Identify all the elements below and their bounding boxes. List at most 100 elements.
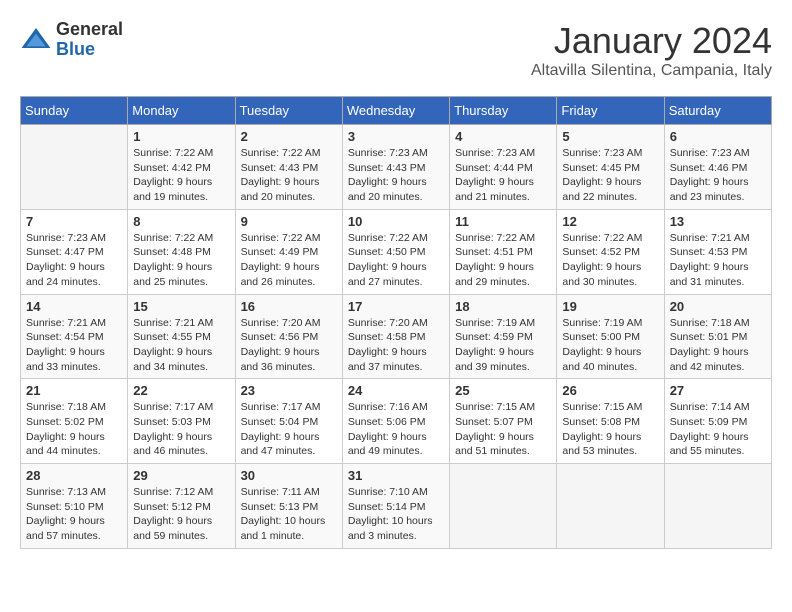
day-number: 11 <box>455 214 551 229</box>
day-number: 24 <box>348 383 444 398</box>
day-info: Sunrise: 7:17 AM Sunset: 5:03 PM Dayligh… <box>133 400 229 459</box>
day-info: Sunrise: 7:19 AM Sunset: 5:00 PM Dayligh… <box>562 316 658 375</box>
day-info: Sunrise: 7:10 AM Sunset: 5:14 PM Dayligh… <box>348 485 444 544</box>
weekday-header-row: SundayMondayTuesdayWednesdayThursdayFrid… <box>21 97 772 125</box>
day-number: 4 <box>455 129 551 144</box>
day-info: Sunrise: 7:18 AM Sunset: 5:02 PM Dayligh… <box>26 400 122 459</box>
day-info: Sunrise: 7:21 AM Sunset: 4:54 PM Dayligh… <box>26 316 122 375</box>
weekday-header-tuesday: Tuesday <box>235 97 342 125</box>
day-info: Sunrise: 7:23 AM Sunset: 4:46 PM Dayligh… <box>670 146 766 205</box>
logo-icon <box>20 24 52 56</box>
day-number: 25 <box>455 383 551 398</box>
day-number: 3 <box>348 129 444 144</box>
day-info: Sunrise: 7:22 AM Sunset: 4:50 PM Dayligh… <box>348 231 444 290</box>
calendar-cell: 24 Sunrise: 7:16 AM Sunset: 5:06 PM Dayli… <box>342 379 449 464</box>
page-header: General Blue January 2024 Altavilla Sile… <box>20 20 772 80</box>
day-info: Sunrise: 7:20 AM Sunset: 4:58 PM Dayligh… <box>348 316 444 375</box>
calendar-cell <box>557 464 664 549</box>
calendar-cell: 29 Sunrise: 7:12 AM Sunset: 5:12 PM Dayli… <box>128 464 235 549</box>
calendar-cell: 31 Sunrise: 7:10 AM Sunset: 5:14 PM Dayli… <box>342 464 449 549</box>
logo: General Blue <box>20 20 123 60</box>
week-row-1: 1 Sunrise: 7:22 AM Sunset: 4:42 PM Daylig… <box>21 125 772 210</box>
day-number: 28 <box>26 468 122 483</box>
day-number: 27 <box>670 383 766 398</box>
day-info: Sunrise: 7:21 AM Sunset: 4:53 PM Dayligh… <box>670 231 766 290</box>
day-info: Sunrise: 7:12 AM Sunset: 5:12 PM Dayligh… <box>133 485 229 544</box>
day-info: Sunrise: 7:15 AM Sunset: 5:07 PM Dayligh… <box>455 400 551 459</box>
calendar-cell: 14 Sunrise: 7:21 AM Sunset: 4:54 PM Dayli… <box>21 294 128 379</box>
day-info: Sunrise: 7:11 AM Sunset: 5:13 PM Dayligh… <box>241 485 337 544</box>
month-title: January 2024 <box>531 20 772 62</box>
day-number: 9 <box>241 214 337 229</box>
day-number: 13 <box>670 214 766 229</box>
logo-text: General Blue <box>56 20 123 60</box>
title-section: January 2024 Altavilla Silentina, Campan… <box>531 20 772 80</box>
weekday-header-monday: Monday <box>128 97 235 125</box>
day-info: Sunrise: 7:23 AM Sunset: 4:44 PM Dayligh… <box>455 146 551 205</box>
weekday-header-wednesday: Wednesday <box>342 97 449 125</box>
weekday-header-saturday: Saturday <box>664 97 771 125</box>
day-info: Sunrise: 7:18 AM Sunset: 5:01 PM Dayligh… <box>670 316 766 375</box>
week-row-5: 28 Sunrise: 7:13 AM Sunset: 5:10 PM Dayli… <box>21 464 772 549</box>
day-info: Sunrise: 7:15 AM Sunset: 5:08 PM Dayligh… <box>562 400 658 459</box>
day-number: 10 <box>348 214 444 229</box>
day-number: 14 <box>26 299 122 314</box>
calendar-cell: 2 Sunrise: 7:22 AM Sunset: 4:43 PM Daylig… <box>235 125 342 210</box>
calendar-cell <box>21 125 128 210</box>
week-row-2: 7Sunrise: 7:23 AM Sunset: 4:47 PM Daylig… <box>21 209 772 294</box>
day-number: 15 <box>133 299 229 314</box>
day-number: 21 <box>26 383 122 398</box>
day-number: 30 <box>241 468 337 483</box>
weekday-header-sunday: Sunday <box>21 97 128 125</box>
calendar-cell: 17Sunrise: 7:20 AM Sunset: 4:58 PM Dayli… <box>342 294 449 379</box>
calendar-cell: 1 Sunrise: 7:22 AM Sunset: 4:42 PM Daylig… <box>128 125 235 210</box>
calendar-cell: 21 Sunrise: 7:18 AM Sunset: 5:02 PM Dayli… <box>21 379 128 464</box>
day-number: 6 <box>670 129 766 144</box>
calendar-cell: 15 Sunrise: 7:21 AM Sunset: 4:55 PM Dayli… <box>128 294 235 379</box>
day-info: Sunrise: 7:16 AM Sunset: 5:06 PM Dayligh… <box>348 400 444 459</box>
calendar-table: SundayMondayTuesdayWednesdayThursdayFrid… <box>20 96 772 549</box>
calendar-cell: 19 Sunrise: 7:19 AM Sunset: 5:00 PM Dayli… <box>557 294 664 379</box>
day-info: Sunrise: 7:22 AM Sunset: 4:51 PM Dayligh… <box>455 231 551 290</box>
day-info: Sunrise: 7:14 AM Sunset: 5:09 PM Dayligh… <box>670 400 766 459</box>
day-number: 19 <box>562 299 658 314</box>
logo-general-text: General <box>56 20 123 40</box>
calendar-cell: 9 Sunrise: 7:22 AM Sunset: 4:49 PM Daylig… <box>235 209 342 294</box>
day-info: Sunrise: 7:22 AM Sunset: 4:48 PM Dayligh… <box>133 231 229 290</box>
day-info: Sunrise: 7:23 AM Sunset: 4:45 PM Dayligh… <box>562 146 658 205</box>
day-info: Sunrise: 7:22 AM Sunset: 4:42 PM Dayligh… <box>133 146 229 205</box>
day-number: 26 <box>562 383 658 398</box>
day-info: Sunrise: 7:19 AM Sunset: 4:59 PM Dayligh… <box>455 316 551 375</box>
calendar-cell: 16 Sunrise: 7:20 AM Sunset: 4:56 PM Dayli… <box>235 294 342 379</box>
day-number: 12 <box>562 214 658 229</box>
day-info: Sunrise: 7:22 AM Sunset: 4:43 PM Dayligh… <box>241 146 337 205</box>
weekday-header-thursday: Thursday <box>450 97 557 125</box>
calendar-cell: 25 Sunrise: 7:15 AM Sunset: 5:07 PM Dayli… <box>450 379 557 464</box>
calendar-cell: 8Sunrise: 7:22 AM Sunset: 4:48 PM Daylig… <box>128 209 235 294</box>
day-number: 5 <box>562 129 658 144</box>
day-number: 29 <box>133 468 229 483</box>
day-info: Sunrise: 7:22 AM Sunset: 4:49 PM Dayligh… <box>241 231 337 290</box>
day-number: 2 <box>241 129 337 144</box>
day-number: 1 <box>133 129 229 144</box>
day-info: Sunrise: 7:20 AM Sunset: 4:56 PM Dayligh… <box>241 316 337 375</box>
calendar-cell: 18Sunrise: 7:19 AM Sunset: 4:59 PM Dayli… <box>450 294 557 379</box>
day-number: 22 <box>133 383 229 398</box>
day-info: Sunrise: 7:21 AM Sunset: 4:55 PM Dayligh… <box>133 316 229 375</box>
location-title: Altavilla Silentina, Campania, Italy <box>531 62 772 80</box>
calendar-cell: 26 Sunrise: 7:15 AM Sunset: 5:08 PM Dayli… <box>557 379 664 464</box>
week-row-4: 21 Sunrise: 7:18 AM Sunset: 5:02 PM Dayli… <box>21 379 772 464</box>
week-row-3: 14 Sunrise: 7:21 AM Sunset: 4:54 PM Dayli… <box>21 294 772 379</box>
calendar-cell: 12 Sunrise: 7:22 AM Sunset: 4:52 PM Dayli… <box>557 209 664 294</box>
weekday-header-friday: Friday <box>557 97 664 125</box>
calendar-cell <box>664 464 771 549</box>
day-number: 16 <box>241 299 337 314</box>
day-info: Sunrise: 7:22 AM Sunset: 4:52 PM Dayligh… <box>562 231 658 290</box>
day-number: 31 <box>348 468 444 483</box>
calendar-cell: 5 Sunrise: 7:23 AM Sunset: 4:45 PM Daylig… <box>557 125 664 210</box>
day-info: Sunrise: 7:13 AM Sunset: 5:10 PM Dayligh… <box>26 485 122 544</box>
calendar-cell: 30 Sunrise: 7:11 AM Sunset: 5:13 PM Dayli… <box>235 464 342 549</box>
calendar-cell: 11 Sunrise: 7:22 AM Sunset: 4:51 PM Dayli… <box>450 209 557 294</box>
day-info: Sunrise: 7:17 AM Sunset: 5:04 PM Dayligh… <box>241 400 337 459</box>
calendar-cell <box>450 464 557 549</box>
